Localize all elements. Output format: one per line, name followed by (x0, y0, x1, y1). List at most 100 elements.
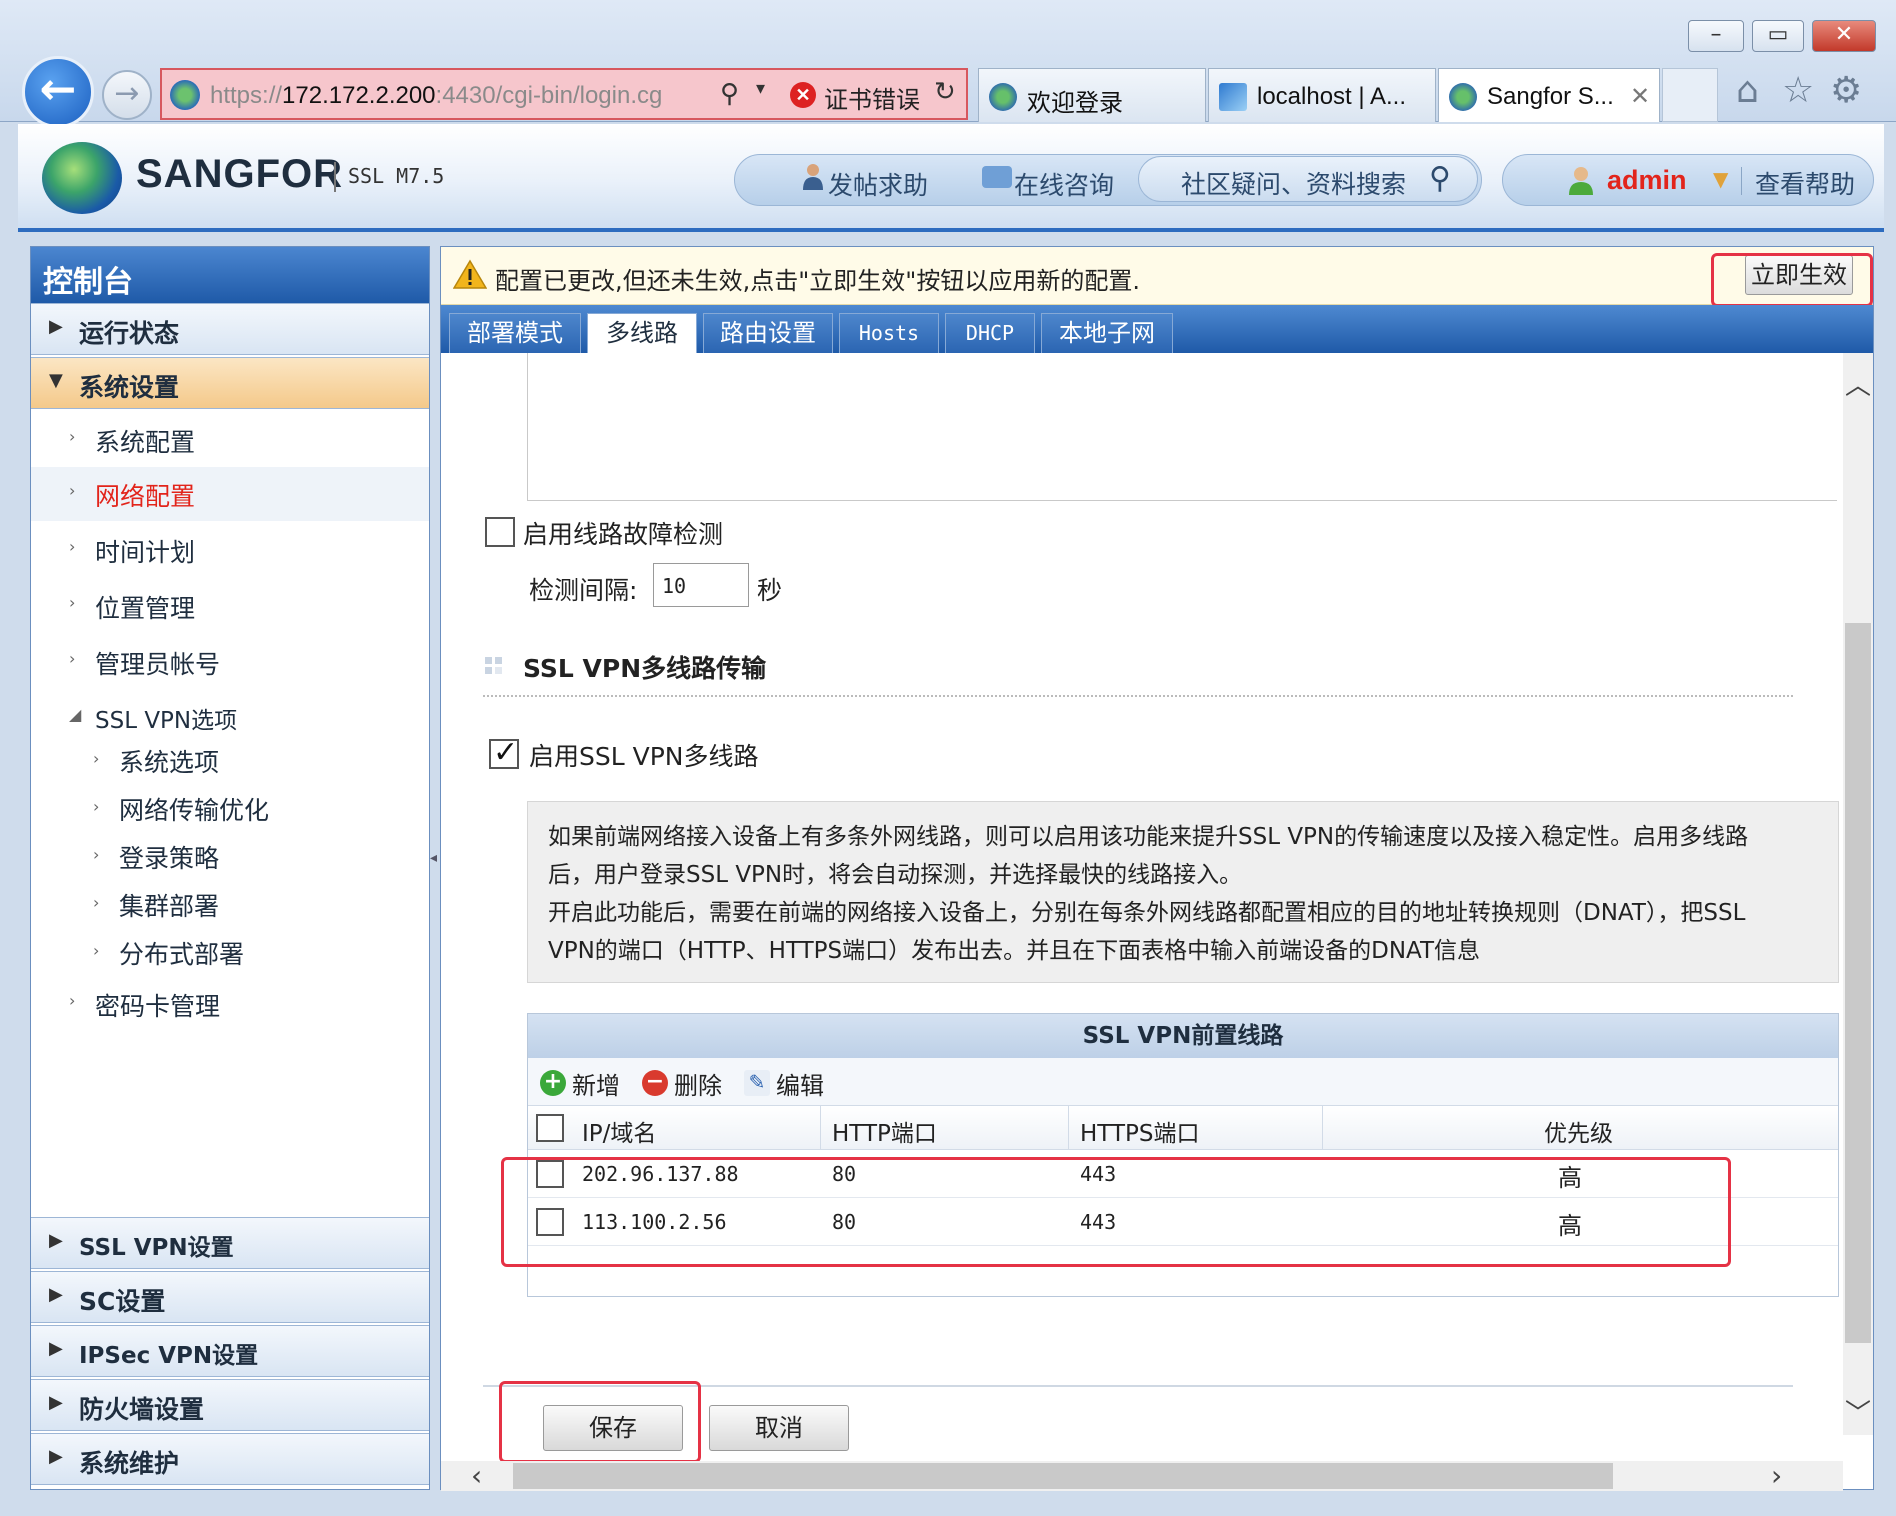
chevron-down-icon[interactable]: ▾ (756, 78, 765, 99)
column-header[interactable]: IP/域名 (582, 1114, 656, 1148)
address-url[interactable]: https://172.172.2.200:4430/cgi-bin/login… (210, 82, 662, 110)
sidebar-section-maintenance[interactable]: ▶ 系统维护 (31, 1433, 429, 1485)
column-header[interactable]: HTTP端口 (832, 1114, 937, 1148)
new-tab-button[interactable] (1662, 68, 1718, 122)
sidebar-item-password-card[interactable]: › 密码卡管理 (31, 977, 429, 1031)
highlight-box (1711, 253, 1873, 307)
chevron-right-icon: › (69, 481, 76, 500)
sidebar-section-label: 系统设置 (79, 373, 180, 402)
tab-local-subnet[interactable]: 本地子网 (1041, 313, 1173, 353)
enable-multiline-checkbox[interactable]: ✓ (489, 735, 519, 770)
sidebar-section-label: IPSec VPN设置 (79, 1343, 259, 1369)
gear-icon[interactable]: ⚙ (1830, 70, 1862, 111)
sidebar-item-network-config[interactable]: › 网络配置 (31, 467, 429, 521)
highlight-box (499, 1381, 701, 1463)
help-post-link[interactable]: 发帖求助 (828, 166, 928, 202)
cert-error-label[interactable]: 证书错误 (824, 80, 920, 115)
sidebar-section-firewall[interactable]: ▶ 防火墙设置 (31, 1379, 429, 1431)
tab-hosts[interactable]: Hosts (839, 313, 939, 353)
username[interactable]: admin (1607, 165, 1687, 196)
maximize-button[interactable]: ▭ (1752, 20, 1804, 52)
back-button[interactable]: ← (22, 56, 94, 128)
chevron-right-icon: ▶ (49, 1230, 63, 1251)
cancel-button[interactable]: 取消 (709, 1405, 849, 1451)
column-header[interactable]: 优先级 (1544, 1114, 1613, 1148)
url-host: 172.172.2.200 (282, 82, 436, 109)
user-menu: admin ▼ 查看帮助 (1502, 154, 1874, 206)
edit-button[interactable]: ✎ 编辑 (744, 1066, 834, 1100)
add-button[interactable]: + 新增 (540, 1066, 630, 1100)
view-help-link[interactable]: 查看帮助 (1755, 165, 1855, 201)
chevron-right-icon: › (69, 649, 76, 668)
sidebar-subitem-distributed[interactable]: › 分布式部署 (31, 929, 429, 977)
browser-tab-sangfor[interactable]: Sangfor S... (1438, 68, 1660, 122)
community-search[interactable]: 社区疑问、资料搜索 ⚲ (1138, 156, 1478, 202)
online-consult-link[interactable]: 在线咨询 (1014, 166, 1114, 202)
refresh-icon[interactable]: ↻ (934, 76, 956, 107)
chevron-up-icon[interactable]: ︿ (1845, 365, 1871, 402)
horizontal-scrollbar[interactable]: ‹ › (441, 1459, 1843, 1491)
home-icon[interactable]: ⌂ (1736, 70, 1759, 111)
chevron-down-icon: ◢ (69, 705, 82, 724)
sidebar-item-label: 网络配置 (95, 482, 196, 511)
chevron-right-icon: › (93, 845, 100, 864)
sidebar-section-label: SC设置 (79, 1287, 166, 1316)
chevron-down-icon: ▼ (49, 370, 63, 391)
sidebar-section-label: 系统维护 (79, 1449, 180, 1478)
warning-icon (453, 259, 487, 289)
tab-routing[interactable]: 路由设置 (703, 313, 833, 353)
sidebar-section-ipsec-settings[interactable]: ▶ IPSec VPN设置 (31, 1325, 429, 1377)
edit-label: 编辑 (776, 1072, 824, 1100)
delete-button[interactable]: − 删除 (642, 1066, 732, 1100)
chevron-right-icon[interactable]: › (1771, 1459, 1782, 1491)
browser-tab-welcome[interactable]: 欢迎登录 (978, 68, 1206, 122)
chevron-right-icon: › (93, 941, 100, 960)
sidebar-item-system-config[interactable]: › 系统配置 (31, 413, 429, 467)
sidebar-section-ssl-vpn-settings[interactable]: ▶ SSL VPN设置 (31, 1217, 429, 1269)
sidebar-subitem-transfer-optimization[interactable]: › 网络传输优化 (31, 785, 429, 833)
sidebar-item-admin-account[interactable]: › 管理员帐号 (31, 635, 429, 689)
sidebar-subitem-label: 系统选项 (119, 748, 220, 777)
minimize-button[interactable]: – (1688, 20, 1744, 52)
chevron-left-icon[interactable]: ‹ (471, 1459, 482, 1491)
app-header: SANGFOR SSL M7.5 发帖求助 在线咨询 社区疑问、资料搜索 ⚲ a… (18, 124, 1884, 232)
sidebar-item-time-schedule[interactable]: › 时间计划 (31, 523, 429, 577)
tab-multiline[interactable]: 多线路 (587, 313, 697, 353)
sidebar-item-location[interactable]: › 位置管理 (31, 579, 429, 633)
search-icon[interactable]: ⚲ (1429, 161, 1451, 196)
sidebar-collapse-handle[interactable]: ◂ (430, 850, 440, 890)
sidebar-item-label: 密码卡管理 (95, 992, 221, 1021)
window-close-button[interactable]: ✕ (1812, 20, 1876, 52)
sidebar-section-system-settings[interactable]: ▼ 系统设置 (31, 357, 429, 409)
sidebar-section-run-status[interactable]: ▶ 运行状态 (31, 303, 429, 355)
search-icon[interactable]: ⚲ (720, 78, 739, 109)
browser-tab-localhost[interactable]: localhost | A... (1208, 68, 1436, 122)
chevron-right-icon: ▶ (49, 1446, 63, 1467)
interval-input[interactable]: 10 (653, 563, 749, 607)
tab-close-icon[interactable]: ✕ (1630, 82, 1650, 110)
cert-error-icon[interactable]: ✕ (790, 82, 816, 108)
column-divider (1322, 1106, 1323, 1150)
tab-favicon-icon (989, 83, 1017, 111)
sidebar: 控制台 ▶ 运行状态 ▼ 系统设置 › 系统配置 › 网络配置 › 时间计划 ›… (30, 246, 430, 1490)
chevron-down-icon[interactable]: ▼ (1713, 167, 1728, 191)
column-header[interactable]: HTTPS端口 (1080, 1114, 1199, 1148)
column-divider (820, 1106, 821, 1150)
sidebar-subitem-cluster[interactable]: › 集群部署 (31, 881, 429, 929)
sidebar-subitem-system-options[interactable]: › 系统选项 (31, 737, 429, 785)
fault-detection-checkbox[interactable] (485, 517, 515, 547)
forward-button[interactable]: → (102, 70, 152, 120)
chevron-down-icon[interactable]: ﹀ (1845, 1393, 1871, 1430)
scrollbar-thumb[interactable] (513, 1463, 1613, 1489)
select-all-checkbox[interactable] (536, 1114, 564, 1142)
tab-deploy-mode[interactable]: 部署模式 (449, 313, 581, 353)
sidebar-subitem-login-policy[interactable]: › 登录策略 (31, 833, 429, 881)
vertical-scrollbar[interactable]: ︿ ﹀ (1843, 353, 1873, 1435)
address-bar[interactable]: https://172.172.2.200:4430/cgi-bin/login… (160, 68, 968, 120)
scrollbar-thumb[interactable] (1845, 623, 1871, 1343)
tab-label: 欢迎登录 (1027, 90, 1123, 117)
sidebar-section-sc-settings[interactable]: ▶ SC设置 (31, 1271, 429, 1323)
star-icon[interactable]: ☆ (1782, 70, 1814, 111)
tab-dhcp[interactable]: DHCP (945, 313, 1035, 353)
divider (483, 695, 1793, 697)
